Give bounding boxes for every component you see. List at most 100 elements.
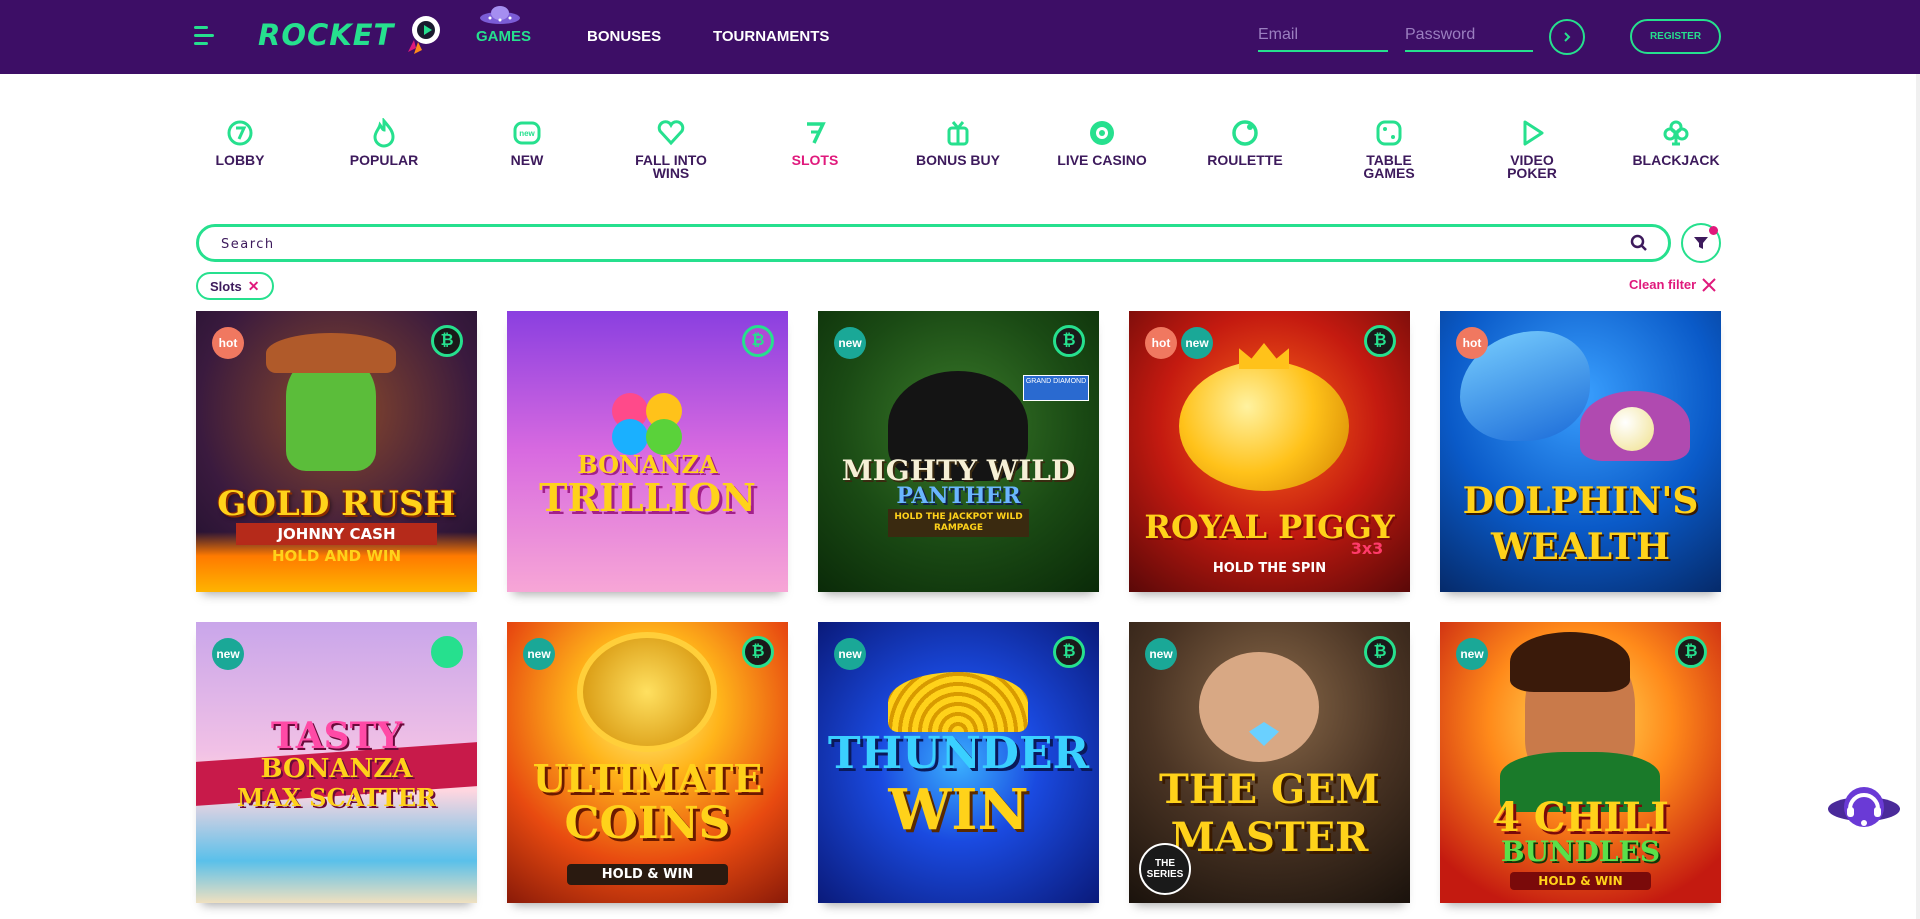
chevron-right-icon	[1564, 32, 1571, 42]
search-bar	[196, 224, 1671, 262]
category-fall-into-wins[interactable]: FALL INTO WINS	[606, 118, 736, 180]
game-subtitle: JOHNNY CASH	[236, 523, 437, 545]
game-title: DOLPHIN'S	[1462, 480, 1699, 522]
game-card-the-gem-master[interactable]: THE GEM MASTER THE SERIES new ₿	[1129, 622, 1410, 903]
ufo-icon	[480, 6, 520, 24]
astronaut-icon	[408, 16, 440, 54]
new-badge: new	[834, 638, 866, 670]
search-input[interactable]	[221, 233, 1601, 255]
category-label: ROULETTE	[1207, 152, 1283, 168]
close-icon[interactable]: ✕	[248, 278, 260, 295]
game-card-gold-rush[interactable]: GOLD RUSH JOHNNY CASH HOLD AND WIN hot ₿	[196, 311, 477, 592]
old-man-face	[1199, 652, 1319, 762]
category-popular[interactable]: POPULAR	[319, 118, 449, 167]
game-title: TASTY	[270, 715, 403, 757]
category-lobby[interactable]: LOBBY	[175, 118, 305, 167]
dice-icon	[1376, 120, 1402, 146]
email-field[interactable]	[1258, 20, 1388, 52]
roulette-icon	[1232, 120, 1258, 146]
game-title: THE GEM	[1159, 766, 1380, 813]
game-card-thunder-win[interactable]: THUNDER WIN new ₿	[818, 622, 1099, 903]
hat	[266, 333, 396, 373]
game-subtitle: BONANZA	[260, 754, 413, 784]
game-tag: HOLD & WIN	[1510, 872, 1651, 890]
game-subtitle: COINS	[564, 798, 731, 849]
register-button[interactable]: REGISTER	[1630, 19, 1721, 54]
category-label: LOBBY	[215, 152, 265, 168]
category-slots[interactable]: SLOTS	[750, 118, 880, 167]
menu-icon[interactable]	[194, 26, 214, 48]
category-new[interactable]: new NEW	[462, 118, 592, 167]
bitcoin-icon: ₿	[1364, 636, 1396, 668]
bitcoin-icon: ₿	[1053, 636, 1085, 668]
category-live-casino[interactable]: LIVE CASINO	[1037, 118, 1167, 167]
nav-tournaments[interactable]: TOURNAMENTS	[713, 28, 829, 45]
game-card-royal-piggy[interactable]: ROYAL PIGGY 3x3 HOLD THE SPIN hot new ₿	[1129, 311, 1410, 592]
category-bar: LOBBY POPULAR new NEW FALL INTO WINS SLO…	[0, 118, 1920, 198]
category-label: POPULAR	[349, 152, 419, 168]
game-card-4-chili-bundles[interactable]: 4 CHILI BUNDLES HOLD & WIN new ₿	[1440, 622, 1721, 903]
hot-badge: hot	[212, 327, 244, 359]
filter-chip-label: Slots	[210, 278, 242, 294]
support-chat-icon[interactable]	[1826, 783, 1902, 833]
clover-graphic	[602, 393, 692, 455]
game-tag: MAX SCATTER	[236, 783, 436, 812]
play-icon	[1523, 120, 1544, 146]
coin-stack	[888, 672, 1028, 732]
game-subtitle: PANTHER	[896, 483, 1021, 509]
category-table-games[interactable]: TABLE GAMES	[1324, 118, 1454, 180]
game-title: 4 CHILI	[1492, 794, 1669, 841]
logo[interactable]: ROCKET	[258, 16, 440, 54]
category-label: TABLE GAMES	[1363, 152, 1415, 181]
category-roulette[interactable]: ROULETTE	[1180, 118, 1310, 167]
game-card-bonanza-trillion[interactable]: BONANZA TRILLION ₿	[507, 311, 788, 592]
hair	[1510, 632, 1630, 692]
game-tag: HOLD THE JACKPOT WILD RAMPAGE	[888, 509, 1029, 537]
game-card-tasty-bonanza[interactable]: TASTY BONANZA MAX SCATTER new ₿	[196, 622, 477, 903]
bitcoin-icon: ₿	[1675, 636, 1707, 668]
game-card-dolphins-wealth[interactable]: DOLPHIN'S WEALTH hot	[1440, 311, 1721, 592]
gift-icon	[947, 121, 969, 146]
hot-badge: hot	[1456, 327, 1488, 359]
game-title: THUNDER	[827, 728, 1090, 779]
game-tag: HOLD AND WIN	[271, 547, 402, 565]
game-title: GOLD RUSH	[217, 484, 456, 524]
grand-diamond-badge: GRAND DIAMOND	[1023, 375, 1089, 401]
bitcoin-icon: ₿	[742, 636, 774, 668]
category-bonus-buy[interactable]: BONUS BUY	[893, 118, 1023, 167]
category-blackjack[interactable]: BLACKJACK	[1611, 118, 1741, 167]
flame-icon	[373, 118, 395, 148]
login-submit-button[interactable]	[1549, 19, 1585, 55]
password-field[interactable]	[1405, 20, 1533, 52]
category-label: BLACKJACK	[1632, 152, 1720, 168]
clean-filter-button[interactable]: Clean filter	[1629, 277, 1716, 292]
scrollbar[interactable]	[1916, 74, 1920, 919]
new-badge: new	[212, 638, 244, 670]
club-icon	[1663, 120, 1689, 146]
filter-chip-slots[interactable]: Slots ✕	[196, 272, 274, 300]
game-tag: HOLD THE SPIN	[1212, 561, 1327, 576]
filter-button[interactable]	[1681, 223, 1721, 263]
nav-bonuses[interactable]: BONUSES	[587, 28, 661, 45]
new-badge: new	[834, 327, 866, 359]
game-card-mighty-wild-panther[interactable]: GRAND DIAMOND MIGHTY WILD PANTHER HOLD T…	[818, 311, 1099, 592]
nav-games[interactable]: GAMES	[476, 28, 531, 45]
game-subtitle: TRILLION	[539, 475, 756, 520]
game-tag: HOLD & WIN	[567, 864, 728, 885]
hot-badge: hot	[1145, 327, 1177, 359]
pearl	[1610, 407, 1654, 451]
game-subtitle: BUNDLES	[1500, 835, 1661, 868]
crown	[1239, 343, 1289, 369]
game-subtitle: 3x3	[1350, 539, 1384, 558]
category-video-poker[interactable]: VIDEO POKER	[1467, 118, 1597, 180]
lobby-icon	[227, 120, 253, 146]
game-subtitle: WIN	[888, 777, 1029, 843]
top-navbar: ROCKET GAMES BONUSES TOURNAMENTS REGISTE…	[0, 0, 1920, 74]
slots-seven-icon	[807, 122, 826, 144]
category-label: LIVE CASINO	[1057, 152, 1147, 168]
search-icon[interactable]	[1630, 234, 1648, 252]
bitcoin-icon: ₿	[431, 325, 463, 357]
svg-text:new: new	[519, 129, 535, 138]
game-card-ultimate-coins[interactable]: ULTIMATE COINS HOLD & WIN new ₿	[507, 622, 788, 903]
new-badge: new	[523, 638, 555, 670]
